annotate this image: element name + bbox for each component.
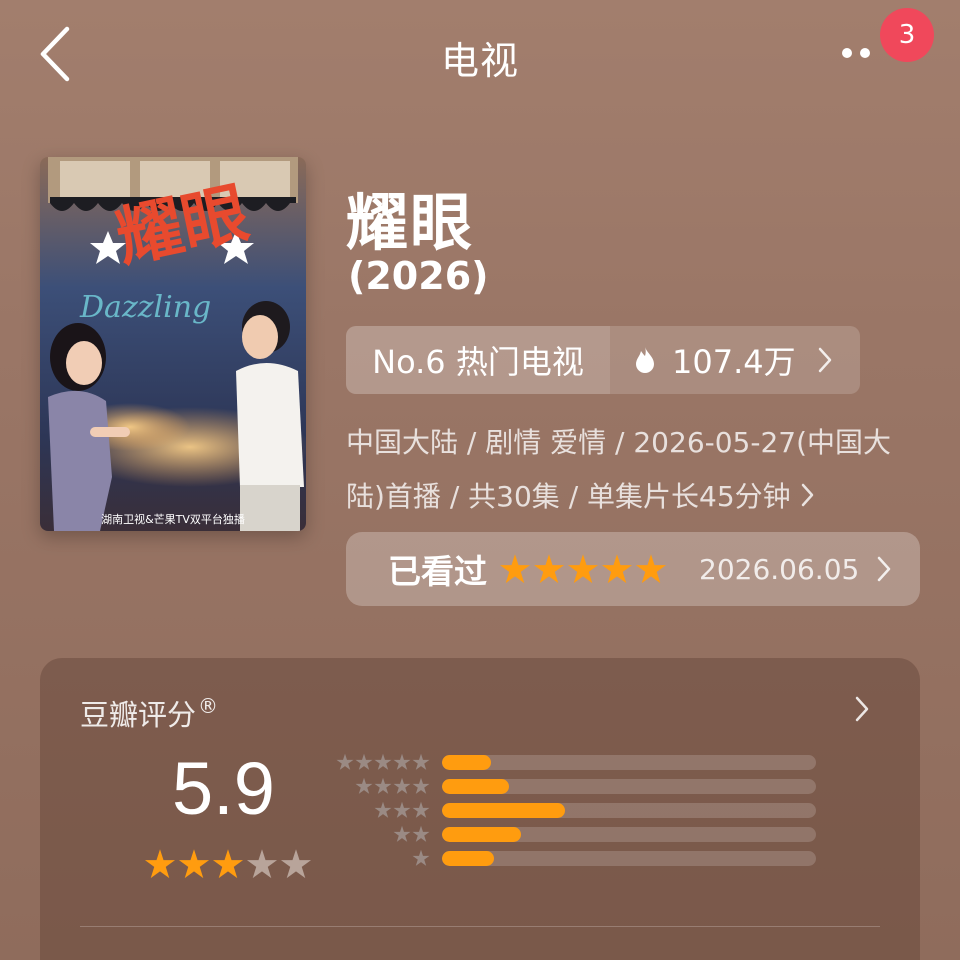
flame-icon bbox=[634, 346, 656, 374]
star-filled-icon bbox=[499, 554, 531, 584]
user-rating-stars bbox=[499, 553, 667, 585]
ranking-button[interactable]: No.6 热门电视 bbox=[346, 326, 610, 394]
watched-status-button[interactable]: 已看过 2026.06.05 bbox=[346, 532, 920, 606]
chevron-right-icon bbox=[877, 556, 891, 582]
heat-value: 107.4万 bbox=[672, 343, 796, 381]
chevron-right-icon bbox=[801, 471, 815, 525]
more-dots-icon bbox=[842, 48, 852, 58]
rating-dist-row bbox=[334, 822, 816, 846]
heat-button[interactable]: 107.4万 bbox=[610, 326, 860, 394]
star-small-icon bbox=[393, 825, 411, 842]
divider bbox=[80, 926, 880, 927]
more-dot bbox=[860, 48, 870, 58]
dist-bar-fill bbox=[442, 850, 495, 866]
star-small-icon bbox=[336, 753, 354, 770]
star-empty-icon bbox=[280, 849, 312, 879]
chevron-right-icon bbox=[818, 347, 832, 373]
top-bar: 电视 3 bbox=[0, 0, 960, 110]
svg-text:Dazzling: Dazzling bbox=[79, 290, 211, 325]
show-title: 耀眼 bbox=[346, 186, 475, 259]
star-filled-icon bbox=[635, 554, 667, 584]
ranking-label: No.6 热门电视 bbox=[372, 343, 584, 381]
star-filled-icon bbox=[144, 849, 176, 879]
dist-star-label bbox=[334, 801, 430, 819]
show-meta-info[interactable]: 中国大陆 / 剧情 爱情 / 2026-05-27(中国大陆)首播 / 共30集… bbox=[346, 416, 906, 525]
star-small-icon bbox=[412, 777, 430, 794]
star-small-icon bbox=[355, 777, 373, 794]
watched-label: 已看过 bbox=[388, 552, 487, 591]
rating-title-text: 豆瓣评分 bbox=[80, 698, 197, 732]
show-year: (2026) bbox=[348, 254, 489, 298]
rating-dist-row bbox=[334, 750, 816, 774]
star-small-icon bbox=[374, 753, 392, 770]
star-filled-icon bbox=[567, 554, 599, 584]
star-small-icon bbox=[355, 753, 373, 770]
dist-bar-track bbox=[442, 778, 816, 794]
dist-star-label bbox=[334, 777, 430, 795]
dist-star-label bbox=[334, 849, 430, 867]
star-small-icon bbox=[393, 777, 411, 794]
rating-card-title: 豆瓣评分 ® bbox=[80, 692, 218, 734]
poster-broadcast-line: 湖南卫视&芒果TV双平台独播 bbox=[101, 512, 245, 526]
star-filled-icon bbox=[533, 554, 565, 584]
registered-mark: ® bbox=[198, 694, 219, 718]
star-small-icon bbox=[374, 801, 392, 818]
score-stars bbox=[144, 848, 312, 880]
poster-image[interactable]: Dazzling 耀眼 湖南卫视&芒果TV双平台独播 bbox=[40, 157, 306, 531]
star-small-icon bbox=[412, 801, 430, 818]
star-filled-icon bbox=[212, 849, 244, 879]
star-small-icon bbox=[374, 777, 392, 794]
star-small-icon bbox=[412, 849, 430, 866]
rating-dist-row bbox=[334, 846, 816, 870]
ranking-pill: No.6 热门电视 107.4万 bbox=[346, 326, 860, 394]
dist-star-label bbox=[334, 753, 430, 771]
star-small-icon bbox=[393, 801, 411, 818]
rating-dist-row bbox=[334, 798, 816, 822]
page-title: 电视 bbox=[440, 39, 519, 83]
star-empty-icon bbox=[246, 849, 278, 879]
dist-bar-fill bbox=[442, 778, 510, 794]
star-filled-icon bbox=[178, 849, 210, 879]
dist-bar-fill bbox=[442, 826, 521, 842]
douban-rating-card[interactable]: 豆瓣评分 ® 5.9 bbox=[40, 658, 920, 960]
watched-date: 2026.06.05 bbox=[699, 552, 860, 586]
rating-dist-row bbox=[334, 774, 816, 798]
dist-bar-track bbox=[442, 826, 816, 842]
rating-distribution bbox=[334, 750, 816, 870]
star-filled-icon bbox=[601, 554, 633, 584]
rating-score: 5.9 bbox=[172, 747, 275, 830]
star-small-icon bbox=[412, 825, 430, 842]
star-small-icon bbox=[412, 753, 430, 770]
dist-bar-track bbox=[442, 754, 816, 770]
dist-bar-fill bbox=[442, 802, 566, 818]
notification-badge[interactable]: 3 bbox=[880, 8, 934, 62]
chevron-right-icon[interactable] bbox=[854, 692, 884, 726]
dist-bar-track bbox=[442, 802, 816, 818]
dist-star-label bbox=[334, 825, 430, 843]
star-small-icon bbox=[393, 753, 411, 770]
dist-bar-track bbox=[442, 850, 816, 866]
dist-bar-fill bbox=[442, 754, 491, 770]
